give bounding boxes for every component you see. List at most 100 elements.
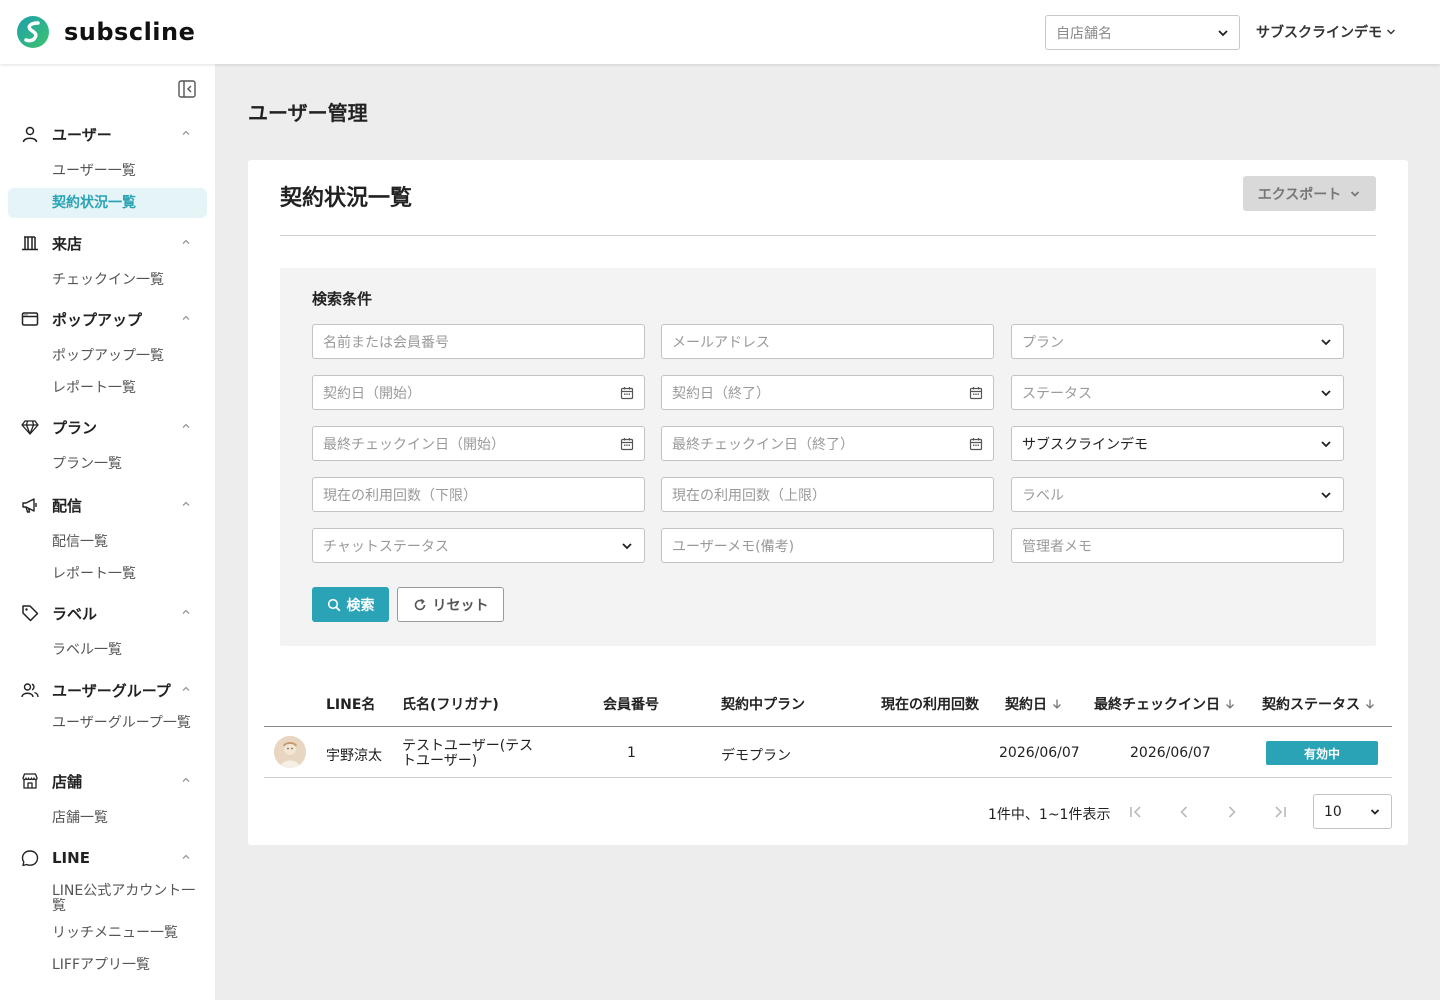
chevron-up-icon[interactable]	[180, 851, 192, 863]
contract-date-end-input[interactable]: 契約日（終了）	[661, 375, 994, 410]
col-label: 氏名(フリガナ)	[402, 697, 499, 713]
col-contract-date[interactable]: 契約日	[1005, 694, 1063, 714]
full-name-line: トユーザー)	[402, 753, 478, 769]
chevron-up-icon[interactable]	[180, 606, 192, 618]
prev-page-button[interactable]	[1172, 800, 1196, 824]
search-button[interactable]: 検索	[312, 587, 389, 622]
sidebar-item-popup-report[interactable]: レポート一覧	[8, 373, 207, 403]
col-contract-status[interactable]: 契約ステータス	[1262, 694, 1376, 714]
page-size-value: 10	[1324, 803, 1342, 820]
cell-plan: デモプラン	[721, 748, 791, 764]
sidebar-item-checkin-list[interactable]: チェックイン一覧	[8, 265, 207, 295]
nav-head-visit[interactable]: 来店	[0, 228, 215, 258]
reset-label: リセット	[432, 597, 489, 614]
last-checkin-start-input[interactable]: 最終チェックイン日（開始）	[312, 426, 645, 461]
sidebar-item-popup-list[interactable]: ポップアップ一覧	[8, 341, 207, 371]
divider	[280, 235, 1376, 236]
col-last-checkin[interactable]: 最終チェックイン日	[1094, 694, 1236, 714]
nav-head-popup[interactable]: ポップアップ	[0, 304, 215, 334]
field-placeholder: プラン	[1022, 334, 1064, 351]
avatar[interactable]	[274, 736, 306, 768]
name-or-member-no-input[interactable]: 名前または会員番号	[312, 324, 645, 359]
last-page-button[interactable]	[1268, 800, 1292, 824]
nav-group-user-group: ユーザーグループ ユーザーグループ一覧	[0, 675, 215, 750]
sidebar-collapse-icon[interactable]	[177, 79, 197, 99]
nav-head-label-group[interactable]: ラベル	[0, 598, 215, 628]
plan-select[interactable]: プラン	[1011, 324, 1344, 359]
brand-logo[interactable]: subscline	[16, 15, 195, 49]
user-memo-input[interactable]: ユーザーメモ(備考)	[661, 528, 994, 563]
sidebar-item-user-list[interactable]: ユーザー一覧	[8, 156, 207, 186]
building-icon	[20, 233, 40, 253]
chevron-up-icon[interactable]	[180, 683, 192, 695]
brand-name: subscline	[64, 18, 196, 46]
field-placeholder: 最終チェックイン日（終了）	[672, 436, 854, 453]
label-select[interactable]: ラベル	[1011, 477, 1344, 512]
avatar-image	[274, 736, 306, 768]
contract-date-start-input[interactable]: 契約日（開始）	[312, 375, 645, 410]
reset-button[interactable]: リセット	[397, 587, 504, 622]
sidebar-item-delivery-report[interactable]: レポート一覧	[8, 559, 207, 589]
chevron-up-icon[interactable]	[180, 127, 192, 139]
calendar-icon[interactable]	[620, 386, 634, 400]
nav-head-label: 来店	[52, 234, 83, 253]
chevron-up-icon[interactable]	[180, 420, 192, 432]
cell-member-no: 1	[627, 745, 636, 761]
nav-head-store[interactable]: 店舗	[0, 766, 215, 796]
usage-max-input[interactable]: 現在の利用回数（上限）	[661, 477, 994, 512]
calendar-icon[interactable]	[620, 437, 634, 451]
chat-status-select[interactable]: チャットステータス	[312, 528, 645, 563]
first-page-button[interactable]	[1124, 800, 1148, 824]
nav-head-delivery[interactable]: 配信	[0, 490, 215, 520]
contract-status-card: 契約状況一覧 エクスポート 検索条件 名前または会員番号 メールアドレス プラン…	[248, 160, 1408, 845]
export-label: エクスポート	[1257, 186, 1342, 203]
sidebar-item-delivery-list[interactable]: 配信一覧	[8, 527, 207, 557]
chevron-up-icon[interactable]	[180, 498, 192, 510]
cell-last-checkin: 2026/06/07	[1130, 745, 1211, 761]
logo-icon	[17, 16, 49, 48]
sort-down-icon[interactable]	[1364, 698, 1376, 710]
nav-group-popup: ポップアップ ポップアップ一覧 レポート一覧	[0, 304, 215, 405]
sidebar-item-liff-app-list[interactable]: LIFFアプリ一覧	[8, 950, 207, 980]
table-header-divider	[264, 726, 1392, 727]
sidebar-item-user-group-list[interactable]: ユーザーグループ一覧	[8, 712, 207, 748]
status-select[interactable]: ステータス	[1011, 375, 1344, 410]
nav-head-user-group[interactable]: ユーザーグループ	[0, 675, 215, 705]
sort-down-icon[interactable]	[1051, 698, 1063, 710]
sidebar-item-label-list[interactable]: ラベル一覧	[8, 635, 207, 665]
col-label: 契約日	[1005, 697, 1047, 713]
nav-head-plan[interactable]: プラン	[0, 412, 215, 442]
sidebar-item-plan-list[interactable]: プラン一覧	[8, 449, 207, 479]
admin-memo-input[interactable]: 管理者メモ	[1011, 528, 1344, 563]
col-label: 最終チェックイン日	[1094, 697, 1220, 713]
calendar-icon[interactable]	[969, 437, 983, 451]
chevron-down-icon	[1321, 338, 1331, 345]
nav-head-label: ラベル	[52, 604, 98, 623]
col-label: 会員番号	[603, 697, 659, 713]
usage-min-input[interactable]: 現在の利用回数（下限）	[312, 477, 645, 512]
calendar-icon[interactable]	[969, 386, 983, 400]
sidebar-item-store-list[interactable]: 店舗一覧	[8, 803, 207, 833]
sort-down-icon[interactable]	[1224, 698, 1236, 710]
chevron-up-icon[interactable]	[180, 312, 192, 324]
export-button[interactable]: エクスポート	[1243, 176, 1376, 211]
window-icon	[20, 309, 40, 329]
next-page-button[interactable]	[1220, 800, 1244, 824]
email-input[interactable]: メールアドレス	[661, 324, 994, 359]
account-menu[interactable]: サブスクラインデモ	[1256, 22, 1396, 42]
field-placeholder: 名前または会員番号	[323, 334, 449, 351]
cell-line-name[interactable]: 宇野涼太	[326, 745, 382, 765]
nav-head-line[interactable]: LINE	[0, 843, 215, 873]
pagination-summary: 1件中、1~1件表示	[988, 807, 1111, 823]
store-select[interactable]: 自店舗名	[1045, 15, 1240, 50]
store-filter-select[interactable]: サブスクラインデモ	[1011, 426, 1344, 461]
sidebar-item-contract-status[interactable]: 契約状況一覧	[8, 188, 207, 218]
last-checkin-end-input[interactable]: 最終チェックイン日（終了）	[661, 426, 994, 461]
page-size-select[interactable]: 10	[1313, 794, 1392, 829]
field-placeholder: チャットステータス	[323, 538, 449, 555]
sidebar-item-rich-menu-list[interactable]: リッチメニュー一覧	[8, 918, 207, 948]
chevron-up-icon[interactable]	[180, 774, 192, 786]
nav-head-user[interactable]: ユーザー	[0, 119, 215, 149]
sidebar-item-line-account-list[interactable]: LINE公式アカウント一覧	[8, 880, 207, 916]
chevron-up-icon[interactable]	[180, 236, 192, 248]
